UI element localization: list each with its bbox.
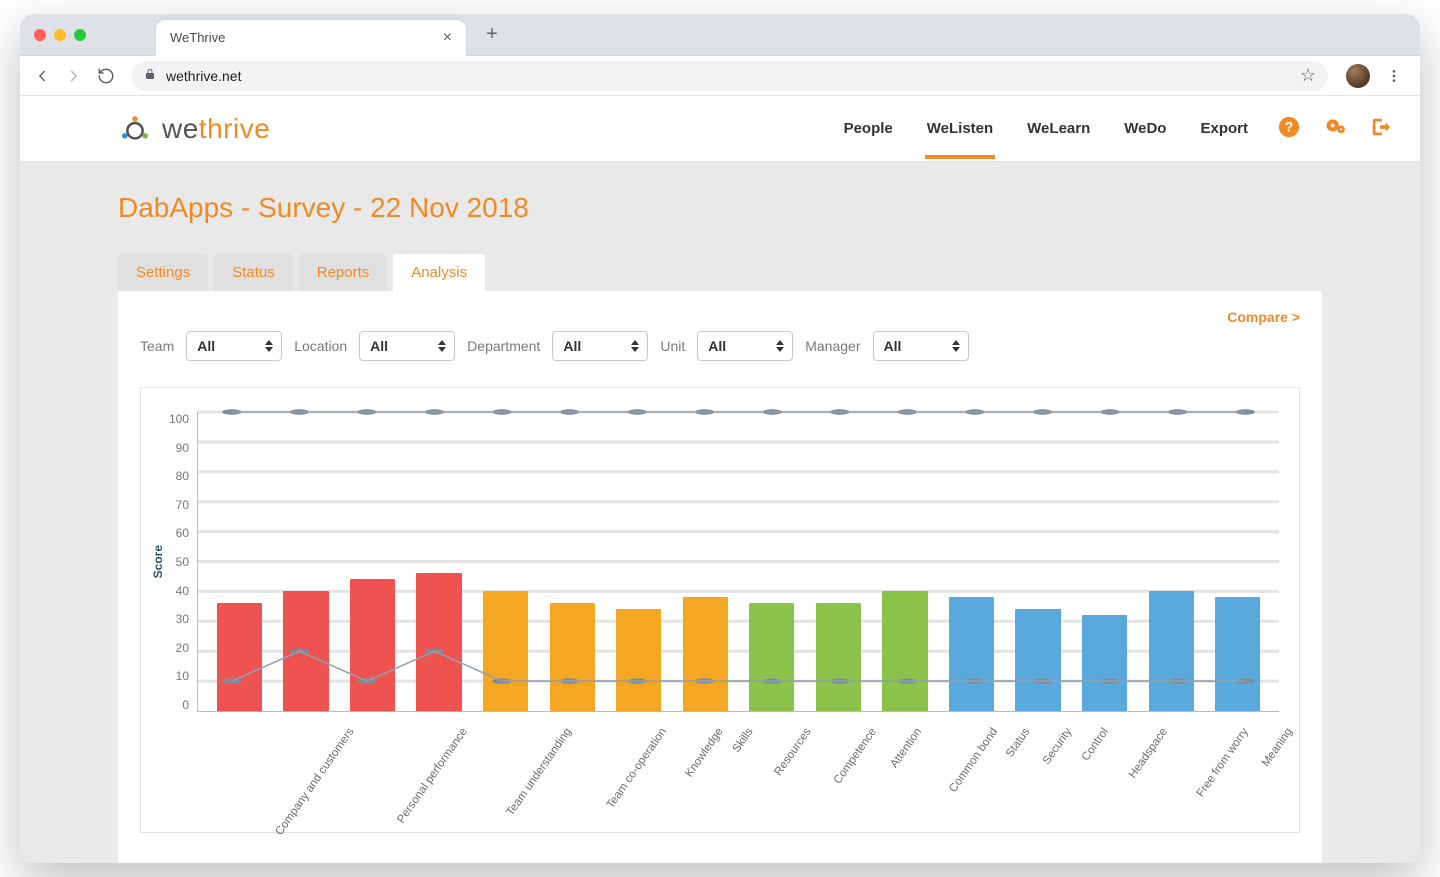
url-text: wethrive.net — [166, 68, 1300, 84]
ytick: 80 — [176, 469, 189, 483]
chart-plot-area — [197, 412, 1279, 712]
caret-icon — [776, 340, 784, 352]
survey-tabs: SettingsStatusReportsAnalysis — [118, 254, 1322, 291]
tabstrip: WeThrive × + — [20, 14, 1420, 56]
filter-label-unit: Unit — [660, 338, 685, 354]
filter-bar: Team All Location All Department All Unit All Ma… — [140, 331, 1300, 361]
ytick: 20 — [176, 641, 189, 655]
ytick: 60 — [176, 526, 189, 540]
analysis-panel: Compare > Team All Location All Department Al… — [118, 291, 1322, 863]
settings-icon[interactable] — [1322, 116, 1348, 141]
logo[interactable]: wethrive — [118, 112, 270, 146]
back-button[interactable] — [26, 60, 58, 92]
close-window-button[interactable] — [34, 29, 46, 41]
address-bar[interactable]: wethrive.net ☆ — [132, 61, 1328, 91]
ytick: 70 — [176, 498, 189, 512]
bookmark-icon[interactable]: ☆ — [1300, 65, 1316, 86]
ytick: 0 — [182, 698, 189, 712]
logout-icon[interactable] — [1370, 116, 1392, 141]
nav-link-people[interactable]: People — [842, 98, 895, 159]
filter-select-team[interactable]: All — [186, 331, 282, 361]
maximize-window-button[interactable] — [74, 29, 86, 41]
forward-button[interactable] — [58, 60, 90, 92]
nav-link-export[interactable]: Export — [1198, 98, 1250, 159]
svg-text:?: ? — [1285, 120, 1293, 135]
chart-y-axis-label: Score — [151, 545, 165, 578]
compare-link[interactable]: Compare > — [1227, 309, 1300, 325]
reload-button[interactable] — [90, 60, 122, 92]
browser-window: WeThrive × + wethrive.net ☆ — [20, 14, 1420, 863]
browser-menu-button[interactable] — [1378, 60, 1410, 92]
content-area: DabApps - Survey - 22 Nov 2018 SettingsS… — [20, 162, 1420, 863]
browser-chrome: WeThrive × + wethrive.net ☆ — [20, 14, 1420, 96]
tab-reports[interactable]: Reports — [299, 254, 388, 291]
filter-label-team: Team — [140, 338, 174, 354]
filter-label-manager: Manager — [805, 338, 860, 354]
browser-toolbar: wethrive.net ☆ — [20, 56, 1420, 96]
xlabel: Company and customers — [213, 722, 341, 822]
ytick: 10 — [176, 669, 189, 683]
filter-select-unit[interactable]: All — [697, 331, 793, 361]
lock-icon — [144, 67, 156, 84]
tab-close-icon[interactable]: × — [443, 29, 452, 47]
tab-analysis[interactable]: Analysis — [393, 254, 485, 291]
nav-link-wedo[interactable]: WeDo — [1122, 98, 1168, 159]
filter-label-location: Location — [294, 338, 347, 354]
new-tab-button[interactable]: + — [478, 21, 506, 49]
caret-icon — [952, 340, 960, 352]
compare-row: Compare > — [140, 309, 1300, 325]
window-controls — [34, 29, 86, 41]
caret-icon — [265, 340, 273, 352]
score-chart: Score 1009080706050403020100 Company and… — [140, 387, 1300, 833]
tab-settings[interactable]: Settings — [118, 254, 208, 291]
nav-utility-icons: ? — [1278, 116, 1392, 141]
logo-text: wethrive — [162, 113, 270, 145]
filter-label-department: Department — [467, 338, 540, 354]
ytick: 50 — [176, 555, 189, 569]
filter-select-manager[interactable]: All — [873, 331, 969, 361]
filter-select-location[interactable]: All — [359, 331, 455, 361]
nav-link-welearn[interactable]: WeLearn — [1025, 98, 1092, 159]
page-body: wethrive People WeListen WeLearn WeDo Export… — [20, 96, 1420, 863]
ytick: 90 — [176, 441, 189, 455]
tab-title: WeThrive — [170, 30, 443, 45]
ytick: 30 — [176, 612, 189, 626]
profile-avatar[interactable] — [1346, 64, 1370, 88]
help-icon[interactable]: ? — [1278, 116, 1300, 141]
chart-y-ticks: 1009080706050403020100 — [169, 412, 197, 712]
main-nav: People WeListen WeLearn WeDo Export — [842, 98, 1250, 159]
caret-icon — [438, 340, 446, 352]
nav-link-welisten[interactable]: WeListen — [925, 98, 995, 159]
filter-select-department[interactable]: All — [552, 331, 648, 361]
ytick: 100 — [169, 412, 189, 426]
logo-mark-icon — [118, 112, 152, 146]
page-title: DabApps - Survey - 22 Nov 2018 — [118, 192, 1322, 224]
caret-icon — [631, 340, 639, 352]
site-header: wethrive People WeListen WeLearn WeDo Export… — [20, 96, 1420, 162]
chart-x-labels: Company and customersPersonal performanc… — [151, 722, 1279, 822]
minimize-window-button[interactable] — [54, 29, 66, 41]
browser-tab[interactable]: WeThrive × — [156, 20, 466, 56]
tab-status[interactable]: Status — [214, 254, 293, 291]
chart-overlay-lines — [198, 412, 1279, 711]
ytick: 40 — [176, 584, 189, 598]
